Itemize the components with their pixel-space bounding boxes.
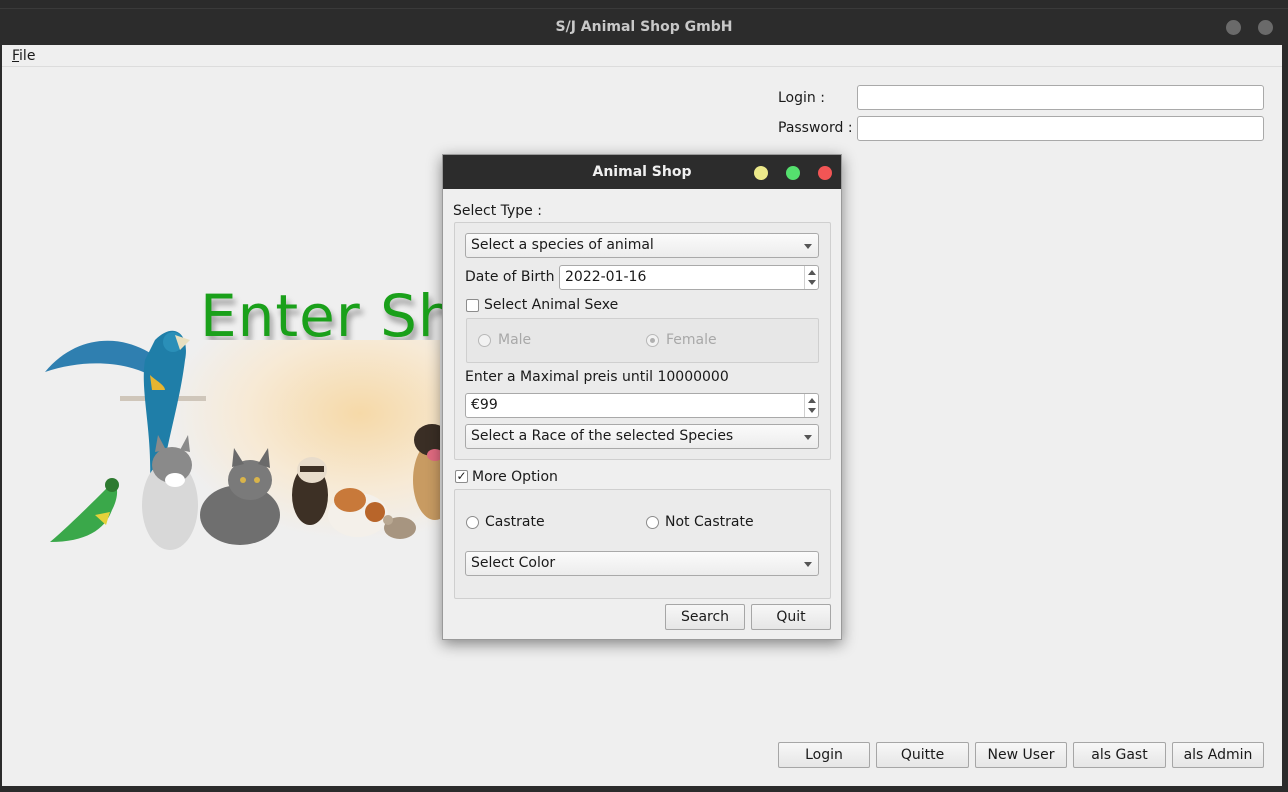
- als-gast-button[interactable]: als Gast: [1073, 742, 1166, 768]
- dialog-close-button[interactable]: [818, 166, 832, 180]
- sexe-group: Male Female: [466, 318, 819, 363]
- dialog-title: Animal Shop: [592, 164, 692, 180]
- arrow-up-icon: [808, 270, 816, 275]
- search-button[interactable]: Search: [665, 604, 745, 630]
- color-combo-text: Select Color: [471, 555, 556, 571]
- window-title: S/J Animal Shop GmbH: [555, 19, 733, 35]
- password-input[interactable]: [857, 116, 1264, 141]
- arrow-up-icon: [808, 398, 816, 403]
- female-label: Female: [666, 332, 717, 348]
- quitte-button[interactable]: Quitte: [876, 742, 969, 768]
- login-input[interactable]: [857, 85, 1264, 110]
- race-combo[interactable]: Select a Race of the selected Species: [465, 424, 819, 449]
- dob-spin-buttons[interactable]: [804, 266, 818, 289]
- more-option-label: More Option: [472, 469, 558, 485]
- dob-label: Date of Birth: [465, 269, 555, 285]
- dialog-minimize-button[interactable]: [754, 166, 768, 180]
- login-button[interactable]: Login: [778, 742, 870, 768]
- login-label: Login :: [778, 90, 825, 106]
- price-spin-buttons[interactable]: [804, 394, 818, 417]
- not-castrate-radio[interactable]: [646, 516, 659, 529]
- price-label: Enter a Maximal preis until 10000000: [465, 369, 729, 385]
- race-combo-text: Select a Race of the selected Species: [471, 428, 734, 444]
- arrow-down-icon: [808, 280, 816, 285]
- species-combo-text: Select a species of animal: [471, 237, 654, 253]
- dob-date-edit[interactable]: 2022-01-16: [559, 265, 819, 290]
- castrate-label: Castrate: [485, 514, 545, 530]
- minimize-button[interactable]: [1226, 20, 1241, 35]
- price-value: €99: [471, 397, 498, 413]
- als-admin-button[interactable]: als Admin: [1172, 742, 1264, 768]
- close-button[interactable]: [1258, 20, 1273, 35]
- color-combo[interactable]: Select Color: [465, 551, 819, 576]
- chevron-down-icon: [804, 562, 812, 567]
- sexe-checkbox-label: Select Animal Sexe: [484, 297, 619, 313]
- chevron-down-icon: [804, 435, 812, 440]
- new-user-button[interactable]: New User: [975, 742, 1067, 768]
- main-titlebar: S/J Animal Shop GmbH: [0, 8, 1288, 45]
- quit-button[interactable]: Quit: [751, 604, 831, 630]
- select-type-label: Select Type :: [453, 203, 542, 219]
- price-spinbox[interactable]: €99: [465, 393, 819, 418]
- arrow-down-icon: [808, 408, 816, 413]
- castrate-radio[interactable]: [466, 516, 479, 529]
- not-castrate-label: Not Castrate: [665, 514, 754, 530]
- menu-file-rest: ile: [19, 48, 36, 64]
- dialog-maximize-button[interactable]: [786, 166, 800, 180]
- dialog-titlebar: Animal Shop: [443, 155, 841, 189]
- chevron-down-icon: [804, 244, 812, 249]
- female-radio[interactable]: [646, 334, 659, 347]
- select-type-group: Select a species of animal Date of Birth…: [454, 222, 831, 460]
- male-radio[interactable]: [478, 334, 491, 347]
- male-label: Male: [498, 332, 532, 348]
- species-combo[interactable]: Select a species of animal: [465, 233, 819, 258]
- menubar: File: [2, 45, 1282, 67]
- menu-file[interactable]: File: [12, 48, 35, 64]
- animals-banner-image: [40, 330, 440, 580]
- radio-selected-indicator: [650, 338, 655, 343]
- more-option-checkbox[interactable]: ✓: [455, 470, 468, 483]
- password-label: Password :: [778, 120, 853, 136]
- sexe-checkbox[interactable]: [466, 299, 479, 312]
- animal-shop-dialog: Animal Shop Select Type : Select a speci…: [442, 154, 842, 640]
- dob-value: 2022-01-16: [565, 269, 647, 285]
- more-option-group: Castrate Not Castrate Select Color: [454, 489, 831, 599]
